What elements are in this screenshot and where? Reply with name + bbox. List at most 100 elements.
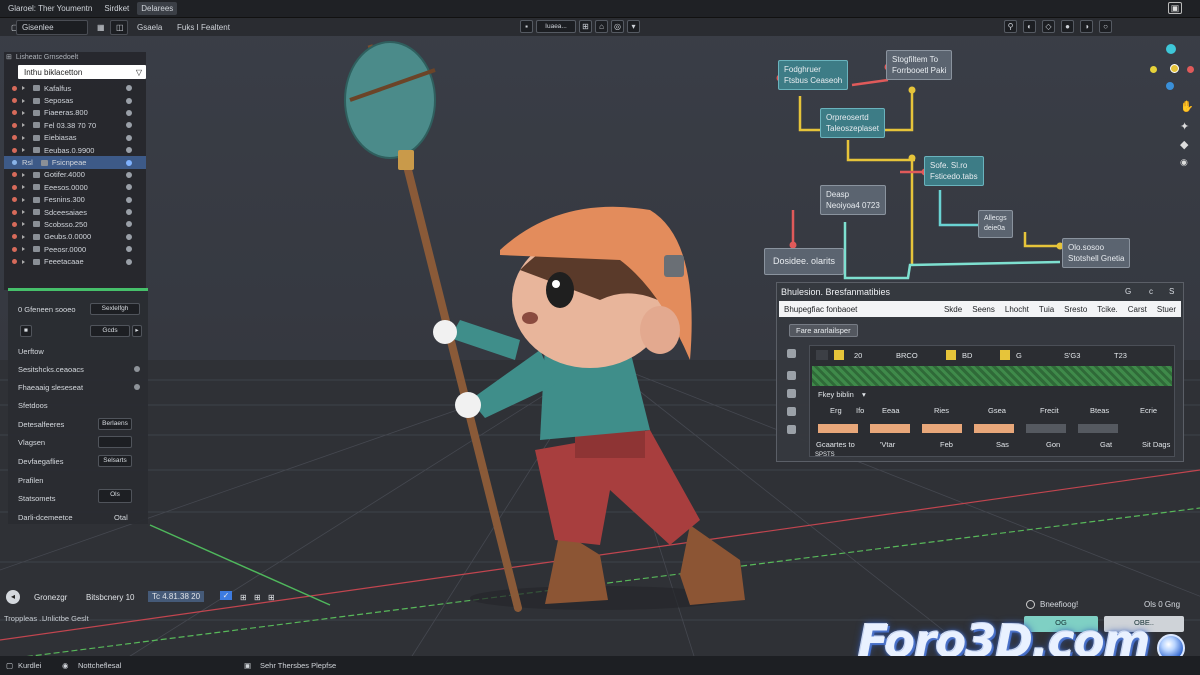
node-olosos[interactable]: Olo.sosoo Stotshell Gnetia [1062, 238, 1131, 268]
timeline-mode[interactable]: Gronezgr [34, 593, 67, 602]
col-3: Ries [934, 406, 950, 415]
gizmo-neg-icon[interactable] [1166, 82, 1174, 90]
footer-6: Sit Dags [1142, 440, 1171, 449]
node-title: Orpreosertd [826, 113, 869, 122]
node-subtitle: Taleoszeplaset [826, 124, 879, 133]
zoom-icon[interactable]: ✦ [1180, 120, 1189, 133]
gizmo-x-icon[interactable] [1187, 66, 1194, 73]
side-sort-icon[interactable] [787, 407, 796, 416]
node-title: Allecgs [984, 215, 1007, 222]
node-title: Deasp [826, 190, 850, 199]
play-icon[interactable]: ◂ [6, 590, 20, 604]
side-list-icon[interactable] [787, 371, 796, 380]
bar-orange-2[interactable] [922, 424, 962, 433]
timeline-label-0: Troppleas ... [4, 614, 46, 623]
gizmo-y-icon[interactable] [1150, 66, 1157, 73]
node-title: Stogfiltem To [892, 55, 939, 64]
grid-row-label: Fkey biblin [818, 390, 854, 399]
row-dropdown-icon[interactable]: ▾ [862, 390, 866, 399]
tab-tuia[interactable]: Tuia [1034, 305, 1059, 314]
data-grid: 20 BRCO BD G S'G3 T23 Fkey biblin ▾ Erg … [809, 345, 1175, 457]
col-5: Frecit [1040, 406, 1059, 415]
panel-icon-g[interactable]: G [1125, 287, 1131, 296]
timeline-header: ◂ Gronezgr Bitsbcnery 10 Tc 4.81.38 20 ✓… [0, 588, 300, 606]
gizmo-globe-icon[interactable] [1166, 44, 1176, 54]
key-next-icon[interactable]: ⊞ [254, 593, 261, 602]
bar-grey-0[interactable] [1026, 424, 1066, 433]
tab-skde[interactable]: Skde [939, 305, 967, 314]
grid-head-4: S'G3 [1064, 351, 1081, 360]
grid-flag3-icon [1000, 350, 1010, 360]
pan-icon[interactable]: ◆ [1180, 138, 1188, 151]
side-gear-icon[interactable] [787, 349, 796, 358]
side-person-icon[interactable] [787, 425, 796, 434]
status-mouse2-icon: ◉ [62, 661, 69, 670]
tab-lhocht[interactable]: Lhocht [1000, 305, 1034, 314]
camera-icon[interactable]: ✋ [1180, 100, 1194, 113]
node-subtitle: deie0a [984, 225, 1006, 232]
timeline-label-1: Unlictbe Geslt [42, 614, 89, 623]
status-bar: ▢ Kurdlei ◉ Nottcheflesal ▣ Sehr Thersbe… [0, 656, 1200, 675]
col-4: Gsea [988, 406, 1006, 415]
tab-sresto[interactable]: Sresto [1059, 305, 1092, 314]
panel-icon-c[interactable]: c [1149, 287, 1153, 296]
grid-head-5: T23 [1114, 351, 1127, 360]
col-0: Erg [830, 406, 842, 415]
node-fodghruer[interactable]: Fodghruer Ftsbus Ceaseoh [778, 60, 849, 90]
col-2: Eeaa [882, 406, 900, 415]
grid-head-0: 20 [854, 351, 863, 360]
bar-grey-1[interactable] [1078, 424, 1118, 433]
footer-4: Gon [1046, 440, 1061, 449]
grid-head-1: BRCO [896, 351, 918, 360]
timeline-value-field[interactable]: Tc 4.81.38 20 [148, 591, 205, 602]
node-title: Fodghruer [784, 65, 821, 74]
side-filter-icon[interactable] [787, 389, 796, 398]
tab-tcike[interactable]: Tcike. [1092, 305, 1122, 314]
panel-icon-s[interactable]: S [1169, 287, 1174, 296]
status-item-2: Sehr Thersbes Plepfse [260, 661, 337, 670]
grid-selection-band[interactable] [812, 366, 1172, 386]
col-7: Ecrie [1140, 406, 1158, 415]
keyframe-icon[interactable]: ✓ [220, 591, 232, 600]
grid-head-3: G [1016, 351, 1022, 360]
record-icon[interactable] [1026, 600, 1035, 609]
footer-0: Gcaartes to [816, 440, 855, 449]
node-title: Olo.sosoo [1068, 243, 1105, 252]
grid-flag2-icon [946, 350, 956, 360]
grid-head-2: BD [962, 351, 973, 360]
tab-seens[interactable]: Seens [967, 305, 1000, 314]
tab-bhupegfiac[interactable]: Bhupegfiac fonbaoet [779, 305, 939, 314]
node-dosidee[interactable]: Dosidee. olarits [764, 248, 845, 275]
key-add-icon[interactable]: ⊞ [268, 593, 275, 602]
footer-5: Gat [1100, 440, 1113, 449]
node-allecgs[interactable]: Allecgs deie0a [978, 210, 1013, 238]
footer-2: Feb [940, 440, 953, 449]
bar-orange-1[interactable] [870, 424, 910, 433]
grid-flag-icon [834, 350, 844, 360]
col-1: Ifo [856, 406, 865, 415]
bar-orange-0[interactable] [818, 424, 858, 433]
node-stogfiltem[interactable]: Stogfiltem To Forrbooetl Paki [886, 50, 953, 80]
node-title: Dosidee. olarits [773, 256, 836, 266]
panel-tabs: Bhupegfiac fonbaoet Skde Seens Lhocht Tu… [779, 301, 1181, 317]
key-prev-icon[interactable]: ⊞ [240, 593, 247, 602]
col-6: Bteas [1090, 406, 1110, 415]
status-mouse3-icon: ▣ [244, 661, 252, 670]
node-subtitle: Neoiyoa4 0723 [826, 201, 880, 210]
status-mouse-icon: ▢ [6, 661, 14, 670]
grid-head-icon [816, 350, 828, 360]
widget-right-label: Ols 0 Gng [1144, 600, 1181, 609]
tab-carst[interactable]: Carst [1123, 305, 1152, 314]
spreadsheet-panel: Bhulesion. Bresfanmatibies G c S Bhupegf… [776, 282, 1184, 462]
node-orpreosertd[interactable]: Orpreosertd Taleoszeplaset [820, 108, 885, 138]
gizmo-z-icon[interactable] [1170, 64, 1179, 73]
perspective-icon[interactable]: ◉ [1180, 157, 1188, 168]
panel-title: Bhulesion. Bresfanmatibies [781, 287, 891, 297]
node-sofe[interactable]: Sofe. Sl.ro Fsticedo.tabs [924, 156, 984, 186]
bar-orange-3[interactable] [974, 424, 1014, 433]
tab-stuer[interactable]: Stuer [1152, 305, 1181, 314]
node-subtitle: Ftsbus Ceaseoh [784, 76, 843, 85]
panel-action-button[interactable]: Fare ararlailsper [789, 324, 858, 337]
timeline-frame[interactable]: Bitsbcnery 10 [86, 593, 134, 602]
node-deasp[interactable]: Deasp Neoiyoa4 0723 [820, 185, 886, 215]
